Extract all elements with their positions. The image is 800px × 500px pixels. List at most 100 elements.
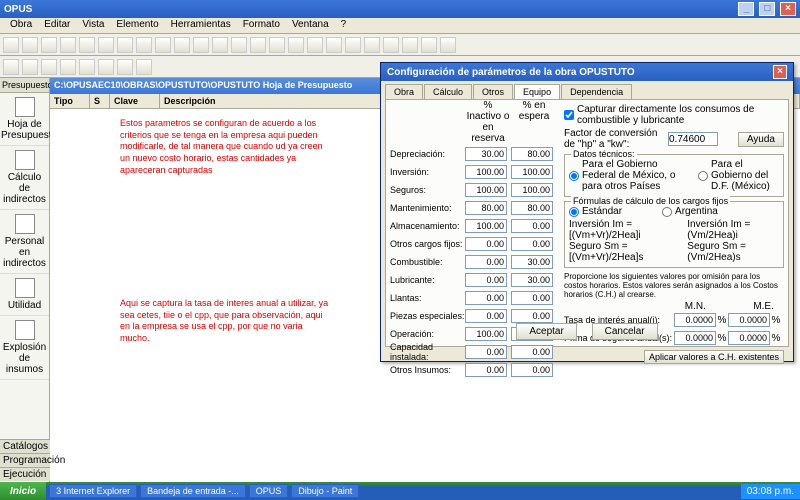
bottomtab-ejecucion[interactable]: Ejecución bbox=[0, 467, 50, 481]
toolbar-icon[interactable] bbox=[402, 37, 418, 53]
factor-input[interactable] bbox=[668, 132, 718, 146]
toolbar-icon[interactable] bbox=[250, 37, 266, 53]
ayuda-button[interactable]: Ayuda bbox=[738, 132, 784, 147]
bottomtab-programacion[interactable]: Programación bbox=[0, 453, 50, 467]
param-v1-input[interactable] bbox=[465, 255, 507, 269]
param-v1-input[interactable] bbox=[465, 291, 507, 305]
bottomtab-catalogos[interactable]: Catálogos bbox=[0, 439, 50, 453]
close-button[interactable]: × bbox=[780, 2, 796, 16]
sidebar-item-personal[interactable]: Personal en indirectos bbox=[0, 210, 49, 274]
taskbar-item[interactable]: 3 Internet Explorer bbox=[49, 484, 137, 498]
param-v2-input[interactable] bbox=[511, 309, 553, 323]
toolbar-icon[interactable] bbox=[440, 37, 456, 53]
toolbar-icon[interactable] bbox=[98, 37, 114, 53]
maximize-button[interactable]: □ bbox=[759, 2, 775, 16]
param-v1-input[interactable] bbox=[465, 345, 507, 359]
aceptar-button[interactable]: Aceptar bbox=[516, 323, 576, 340]
toolbar-icon[interactable] bbox=[193, 37, 209, 53]
toolbar-icon[interactable] bbox=[60, 59, 76, 75]
toolbar-icon[interactable] bbox=[22, 59, 38, 75]
param-v2-input[interactable] bbox=[511, 255, 553, 269]
menu-herramientas[interactable]: Herramientas bbox=[165, 18, 237, 33]
param-v1-input[interactable] bbox=[465, 165, 507, 179]
taskbar-item[interactable]: Bandeja de entrada -... bbox=[140, 484, 246, 498]
toolbar-icon[interactable] bbox=[421, 37, 437, 53]
sidebar-category[interactable]: Presupuesto bbox=[0, 78, 49, 93]
param-v1-input[interactable] bbox=[465, 147, 507, 161]
menu-elemento[interactable]: Elemento bbox=[110, 18, 164, 33]
menu-ventana[interactable]: Ventana bbox=[286, 18, 335, 33]
col-clave[interactable]: Clave bbox=[110, 94, 160, 108]
argentina-radio[interactable] bbox=[662, 207, 672, 217]
toolbar-icon[interactable] bbox=[3, 37, 19, 53]
param-v1-input[interactable] bbox=[465, 219, 507, 233]
param-v1-input[interactable] bbox=[465, 183, 507, 197]
toolbar-icon[interactable] bbox=[364, 37, 380, 53]
menu-obra[interactable]: Obra bbox=[4, 18, 38, 33]
param-v2-input[interactable] bbox=[511, 345, 553, 359]
col-tipo[interactable]: Tipo bbox=[50, 94, 90, 108]
param-v2-input[interactable] bbox=[511, 165, 553, 179]
sidebar-item-calculo[interactable]: Cálculo de indirectos bbox=[0, 146, 49, 210]
param-v2-input[interactable] bbox=[511, 363, 553, 377]
param-v1-input[interactable] bbox=[465, 237, 507, 251]
toolbar-icon[interactable] bbox=[41, 59, 57, 75]
toolbar-icon[interactable] bbox=[79, 59, 95, 75]
tab-equipo[interactable]: Equipo bbox=[514, 84, 560, 99]
toolbar-icon[interactable] bbox=[212, 37, 228, 53]
dialog-close-button[interactable]: × bbox=[773, 65, 787, 79]
param-v2-input[interactable] bbox=[511, 291, 553, 305]
sidebar-item-explosion[interactable]: Explosión de insumos bbox=[0, 316, 49, 380]
param-v2-input[interactable] bbox=[511, 183, 553, 197]
toolbar-icon[interactable] bbox=[383, 37, 399, 53]
gobfed-radio[interactable] bbox=[569, 171, 579, 181]
menu-editar[interactable]: Editar bbox=[38, 18, 76, 33]
gobdf-radio[interactable] bbox=[698, 171, 708, 181]
param-v1-input[interactable] bbox=[465, 201, 507, 215]
menu-vista[interactable]: Vista bbox=[76, 18, 110, 33]
param-v2-input[interactable] bbox=[511, 147, 553, 161]
param-v2-input[interactable] bbox=[511, 219, 553, 233]
capture-checkbox[interactable] bbox=[564, 110, 574, 120]
aplicar-button[interactable]: Aplicar valores a C.H. existentes bbox=[644, 350, 784, 364]
toolbar-icon[interactable] bbox=[326, 37, 342, 53]
start-button[interactable]: Inicio bbox=[0, 482, 46, 500]
minimize-button[interactable]: _ bbox=[738, 2, 754, 16]
toolbar-icon[interactable] bbox=[79, 37, 95, 53]
param-v1-input[interactable] bbox=[465, 309, 507, 323]
param-v1-input[interactable] bbox=[465, 273, 507, 287]
toolbar-icon[interactable] bbox=[117, 59, 133, 75]
tab-otros[interactable]: Otros bbox=[473, 84, 513, 99]
param-v2-input[interactable] bbox=[511, 201, 553, 215]
toolbar-icon[interactable] bbox=[22, 37, 38, 53]
taskbar-item[interactable]: Dibujo - Paint bbox=[291, 484, 359, 498]
cancelar-button[interactable]: Cancelar bbox=[592, 323, 658, 340]
toolbar-icon[interactable] bbox=[60, 37, 76, 53]
tab-obra[interactable]: Obra bbox=[385, 84, 423, 99]
toolbar-icon[interactable] bbox=[307, 37, 323, 53]
toolbar-icon[interactable] bbox=[174, 37, 190, 53]
param-v2-input[interactable] bbox=[511, 273, 553, 287]
toolbar-icon[interactable] bbox=[3, 59, 19, 75]
taskbar-item[interactable]: OPUS bbox=[249, 484, 289, 498]
menu-formato[interactable]: Formato bbox=[237, 18, 286, 33]
sidebar-item-hoja[interactable]: Hoja de Presupuesto bbox=[0, 93, 49, 146]
menu-help[interactable]: ? bbox=[335, 18, 353, 33]
toolbar-icon[interactable] bbox=[288, 37, 304, 53]
toolbar-icon[interactable] bbox=[345, 37, 361, 53]
toolbar-icon[interactable] bbox=[269, 37, 285, 53]
toolbar-icon[interactable] bbox=[155, 37, 171, 53]
toolbar-icon[interactable] bbox=[41, 37, 57, 53]
toolbar-icon[interactable] bbox=[117, 37, 133, 53]
param-v1-input[interactable] bbox=[465, 363, 507, 377]
toolbar-icon[interactable] bbox=[136, 59, 152, 75]
param-v2-input[interactable] bbox=[511, 237, 553, 251]
col-s[interactable]: S bbox=[90, 94, 110, 108]
sidebar-item-utilidad[interactable]: Utilidad bbox=[0, 274, 49, 316]
tab-dependencia[interactable]: Dependencia bbox=[561, 84, 632, 99]
toolbar-icon[interactable] bbox=[98, 59, 114, 75]
toolbar-icon[interactable] bbox=[136, 37, 152, 53]
tab-calculo[interactable]: Cálculo bbox=[424, 84, 472, 99]
toolbar-icon[interactable] bbox=[231, 37, 247, 53]
estandar-radio[interactable] bbox=[569, 207, 579, 217]
